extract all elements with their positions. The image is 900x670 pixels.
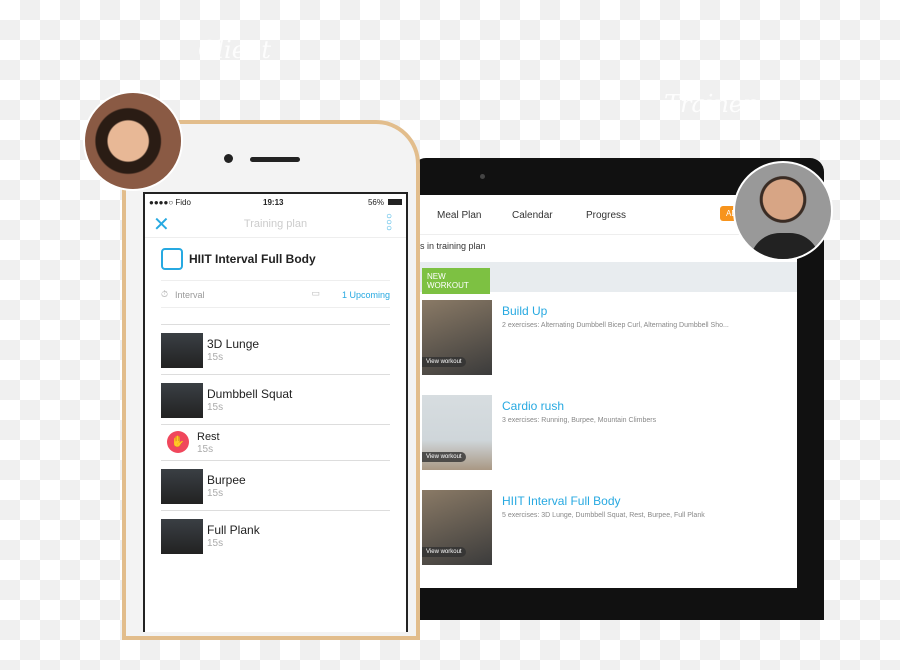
trainer-avatar bbox=[733, 161, 833, 261]
exercise-row[interactable]: Dumbbell Squat 15s bbox=[161, 374, 390, 424]
exercise-name: 3D Lunge bbox=[207, 337, 260, 351]
carrier: ●●●●○ Fido bbox=[149, 198, 191, 207]
workout-header: HIIT Interval Full Body bbox=[145, 238, 406, 280]
phone-device: ●●●●○ Fido 19:13 56% ✕ Training plan ○ ○ ○… bbox=[122, 120, 420, 640]
workout-title[interactable]: Cardio rush bbox=[502, 399, 564, 413]
exercise-row[interactable]: Full Plank 15s bbox=[161, 510, 390, 560]
battery-icon bbox=[388, 199, 402, 205]
tablet-camera bbox=[480, 174, 485, 179]
exercise-thumbnail bbox=[161, 469, 203, 504]
trainer-label: Trainer bbox=[664, 90, 755, 118]
view-workout-button[interactable]: View workout bbox=[422, 357, 466, 367]
phone-camera bbox=[224, 154, 233, 163]
workout-desc: 3 exercises: Running, Burpee, Mountain C… bbox=[502, 417, 657, 424]
workout-thumbnail: View workout bbox=[422, 300, 492, 375]
workout-thumbnail: View workout bbox=[422, 395, 492, 470]
more-options-icon[interactable]: ○ ○ ○ bbox=[386, 212, 392, 234]
page-title: Training plan bbox=[243, 218, 308, 230]
phone-speaker bbox=[250, 157, 300, 162]
toolbar-band: NEW WORKOUT bbox=[420, 262, 797, 294]
workout-type: Interval bbox=[175, 290, 205, 300]
exercise-name: Dumbbell Squat bbox=[207, 387, 293, 401]
workout-desc: 2 exercises: Alternating Dumbbell Bicep … bbox=[502, 322, 729, 329]
hand-icon: ✋ bbox=[167, 431, 189, 453]
nav-meal-plan[interactable]: Meal Plan bbox=[437, 210, 481, 221]
nav-progress[interactable]: Progress bbox=[586, 210, 626, 221]
new-workout-button[interactable]: NEW WORKOUT bbox=[422, 268, 490, 294]
exercise-name: Burpee bbox=[207, 473, 246, 487]
exercise-thumbnail bbox=[161, 333, 203, 368]
exercise-thumbnail bbox=[161, 383, 203, 418]
exercise-row[interactable]: Burpee 15s bbox=[161, 460, 390, 510]
workout-thumbnail: View workout bbox=[422, 490, 492, 565]
calendar-icon: ▭ bbox=[311, 288, 320, 298]
tablet-screen: Meal Plan Calendar Progress AD s in trai… bbox=[420, 195, 797, 588]
battery-percent: 56% bbox=[367, 198, 384, 207]
workout-item[interactable]: View workout Cardio rush 3 exercises: Ru… bbox=[420, 387, 797, 482]
workout-checkbox[interactable] bbox=[161, 248, 183, 270]
nav-calendar[interactable]: Calendar bbox=[512, 210, 553, 221]
upcoming-link[interactable]: 1 Upcoming bbox=[342, 290, 390, 300]
status-bar: ●●●●○ Fido 19:13 56% bbox=[145, 194, 406, 210]
exercise-name: Full Plank bbox=[207, 523, 260, 537]
exercise-duration: 15s bbox=[207, 488, 224, 499]
workout-item[interactable]: View workout Build Up 2 exercises: Alter… bbox=[420, 292, 797, 387]
exercise-name: Rest bbox=[197, 431, 220, 443]
exercise-duration: 15s bbox=[207, 538, 224, 549]
exercise-thumbnail bbox=[161, 519, 203, 554]
view-workout-button[interactable]: View workout bbox=[422, 547, 466, 557]
exercise-duration: 15s bbox=[207, 402, 224, 413]
exercise-row[interactable]: ✋ Rest 15s bbox=[161, 424, 390, 460]
client-label: Client bbox=[198, 36, 272, 64]
phone-header: ✕ Training plan ○ ○ ○ bbox=[145, 210, 406, 238]
workout-title[interactable]: HIIT Interval Full Body bbox=[502, 494, 621, 508]
phone-screen: ●●●●○ Fido 19:13 56% ✕ Training plan ○ ○ ○… bbox=[143, 192, 408, 632]
timer-icon: ⏱ bbox=[161, 289, 169, 299]
clock: 19:13 bbox=[263, 198, 284, 207]
exercise-duration: 15s bbox=[197, 444, 214, 455]
workout-item[interactable]: View workout HIIT Interval Full Body 5 e… bbox=[420, 482, 797, 577]
trainer-shirt bbox=[750, 233, 820, 259]
exercise-row[interactable]: 3D Lunge 15s bbox=[161, 324, 390, 374]
client-avatar bbox=[83, 91, 183, 191]
workout-meta: ⏱ Interval ▭ 1 Upcoming bbox=[161, 280, 390, 308]
workout-desc: 5 exercises: 3D Lunge, Dumbbell Squat, R… bbox=[502, 512, 705, 519]
tablet-subtitle: s in training plan bbox=[420, 241, 486, 251]
view-workout-button[interactable]: View workout bbox=[422, 452, 466, 462]
exercise-duration: 15s bbox=[207, 352, 224, 363]
workout-title[interactable]: Build Up bbox=[502, 304, 547, 318]
workout-name: HIIT Interval Full Body bbox=[189, 252, 316, 266]
